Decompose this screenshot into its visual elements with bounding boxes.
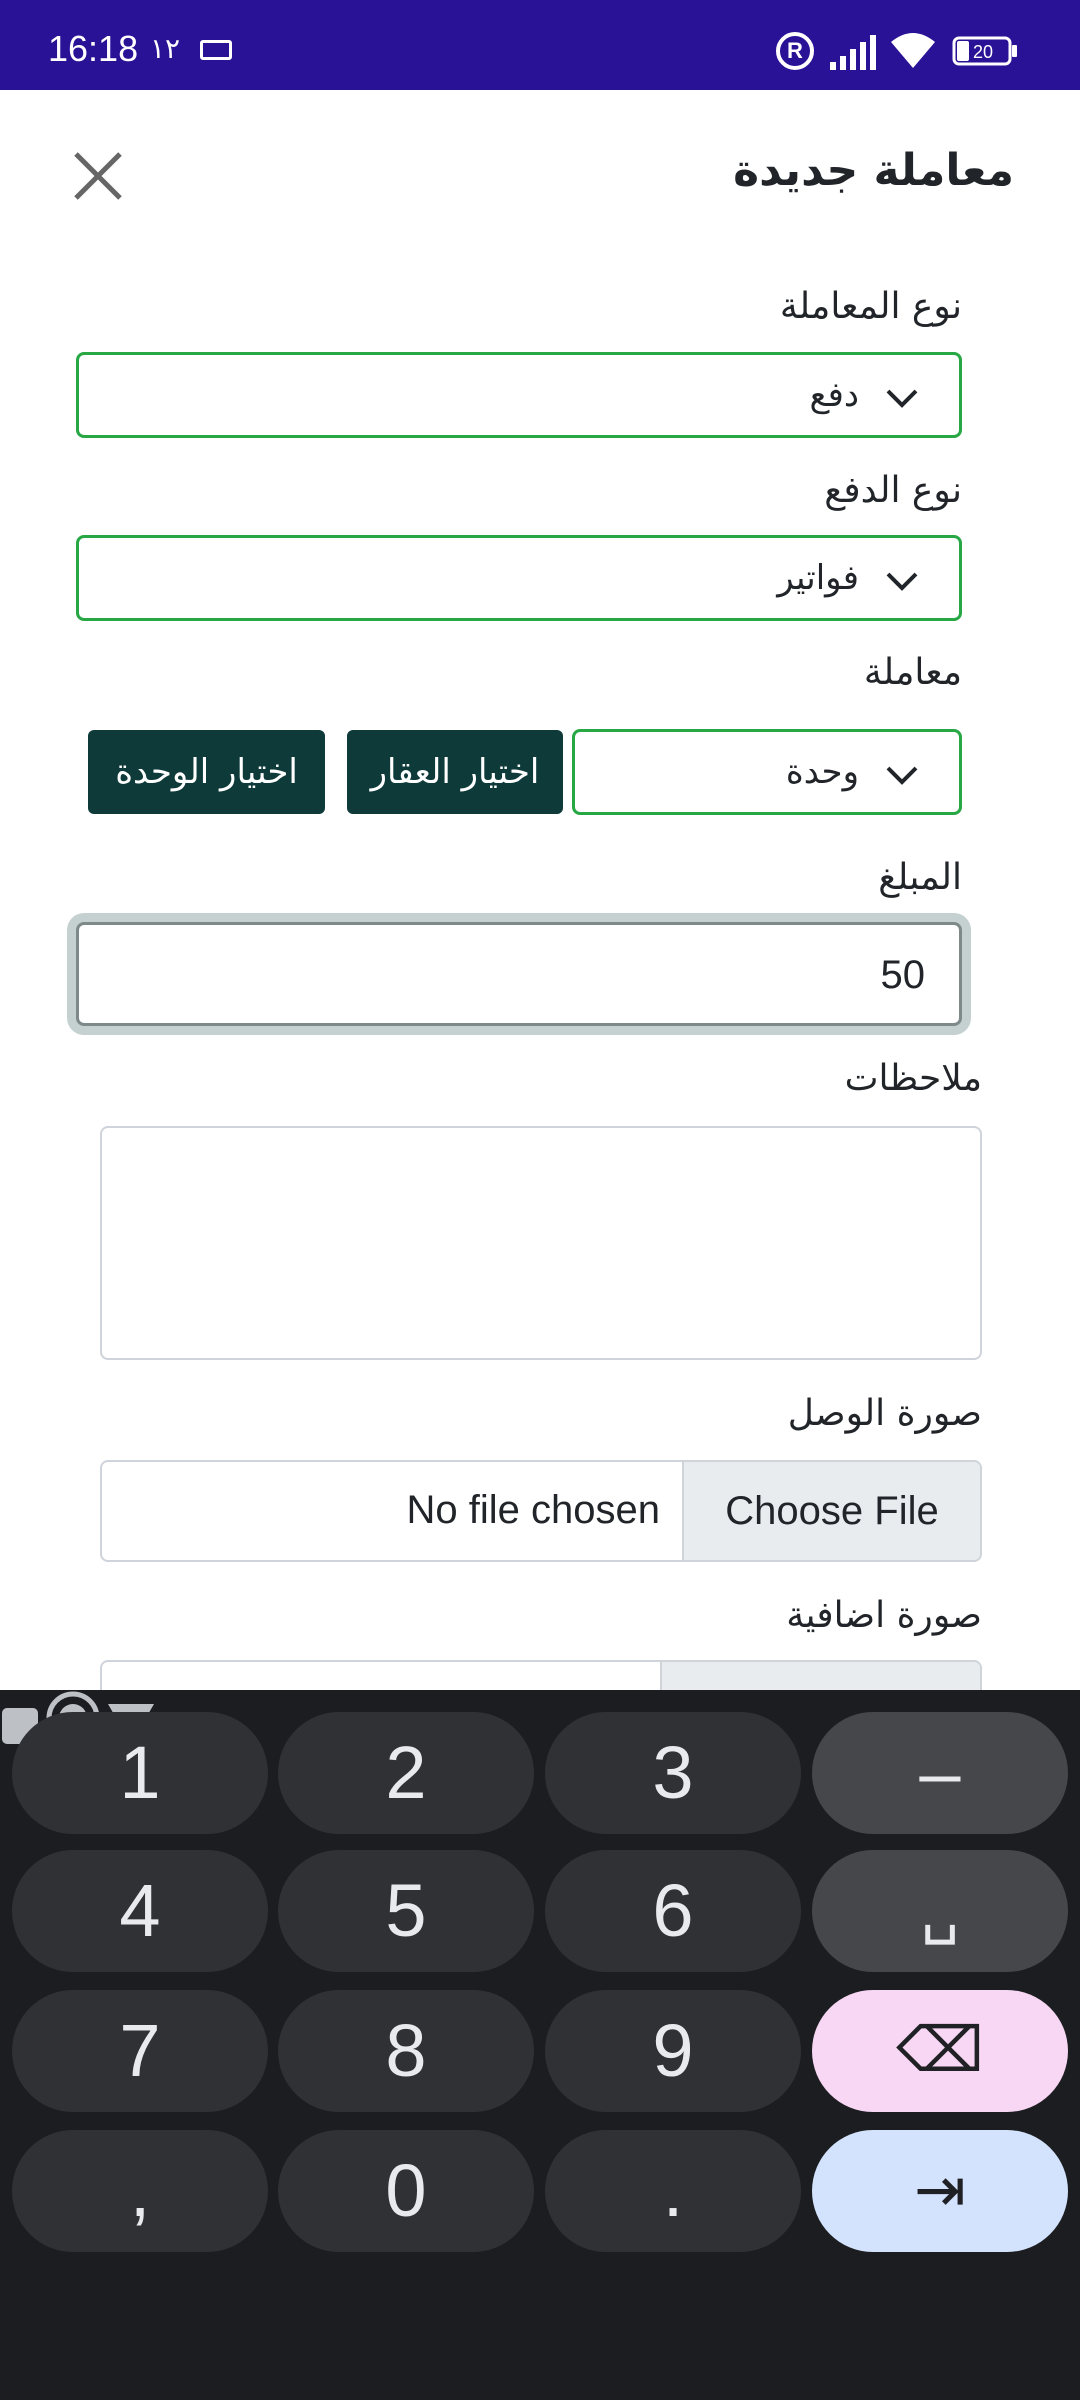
notes-label: ملاحظات bbox=[844, 1058, 982, 1099]
modal-title: معاملة جديدة bbox=[733, 145, 1014, 196]
receipt-file-status: No file chosen bbox=[406, 1488, 660, 1532]
battery-icon: 20 bbox=[952, 36, 1017, 66]
battery-level: 20 bbox=[973, 42, 993, 62]
transaction-type-select[interactable]: دفع bbox=[76, 352, 962, 438]
receipt-choose-file-button[interactable]: Choose File bbox=[682, 1462, 980, 1560]
notes-textarea[interactable] bbox=[100, 1126, 982, 1360]
receipt-file-input[interactable]: Choose File No file chosen bbox=[100, 1460, 982, 1562]
receipt-image-label: صورة الوصل bbox=[787, 1393, 982, 1434]
key-minus[interactable]: – bbox=[812, 1712, 1068, 1834]
key-2[interactable]: 2 bbox=[278, 1712, 534, 1834]
registered-icon: R bbox=[776, 32, 814, 70]
chevron-down-icon bbox=[886, 389, 918, 408]
payment-type-value: فواتير bbox=[777, 558, 859, 598]
wifi-icon bbox=[891, 33, 935, 68]
key-8[interactable]: 8 bbox=[278, 1990, 534, 2112]
amount-label: المبلغ bbox=[878, 857, 962, 898]
transaction-label: معاملة bbox=[863, 652, 962, 693]
key-4[interactable]: 4 bbox=[12, 1850, 268, 1972]
key-7[interactable]: 7 bbox=[12, 1990, 268, 2112]
key-comma[interactable]: , bbox=[12, 2130, 268, 2252]
payment-type-label: نوع الدفع bbox=[824, 470, 962, 511]
key-period[interactable]: . bbox=[545, 2130, 801, 2252]
choose-property-button[interactable]: اختيار العقار bbox=[347, 730, 563, 814]
transaction-type-label: نوع المعاملة bbox=[779, 286, 962, 327]
key-5[interactable]: 5 bbox=[278, 1850, 534, 1972]
key-space[interactable]: ␣ bbox=[812, 1850, 1068, 1972]
chevron-down-icon bbox=[886, 766, 918, 785]
amount-value: 50 bbox=[880, 953, 926, 997]
transaction-value: وحدة bbox=[785, 752, 859, 792]
key-next[interactable]: ⇥ bbox=[812, 2130, 1068, 2252]
extra-image-label: صورة اضافية bbox=[786, 1595, 982, 1636]
signal-icon bbox=[830, 35, 876, 70]
close-icon[interactable] bbox=[72, 150, 124, 202]
key-3[interactable]: 3 bbox=[545, 1712, 801, 1834]
transaction-select[interactable]: وحدة bbox=[572, 729, 962, 815]
amount-input[interactable]: 50 bbox=[76, 922, 962, 1026]
keyboard-indicator-icon bbox=[200, 40, 232, 60]
status-time-arabic: ١٢ bbox=[150, 32, 181, 65]
key-1[interactable]: 1 bbox=[12, 1712, 268, 1834]
payment-type-select[interactable]: فواتير bbox=[76, 535, 962, 621]
numeric-keyboard: 1 2 3 – 4 5 6 ␣ 7 8 9 ⌫ , 0 . ⇥ bbox=[0, 1690, 1080, 2400]
key-backspace[interactable]: ⌫ bbox=[812, 1990, 1068, 2112]
choose-unit-button[interactable]: اختيار الوحدة bbox=[88, 730, 325, 814]
key-9[interactable]: 9 bbox=[545, 1990, 801, 2112]
status-time: 16:18 bbox=[48, 28, 139, 69]
status-bar: 16:18 ١٢ R 20 bbox=[0, 0, 1080, 90]
key-0[interactable]: 0 bbox=[278, 2130, 534, 2252]
chevron-down-icon bbox=[886, 572, 918, 591]
transaction-type-value: دفع bbox=[809, 375, 860, 415]
key-6[interactable]: 6 bbox=[545, 1850, 801, 1972]
